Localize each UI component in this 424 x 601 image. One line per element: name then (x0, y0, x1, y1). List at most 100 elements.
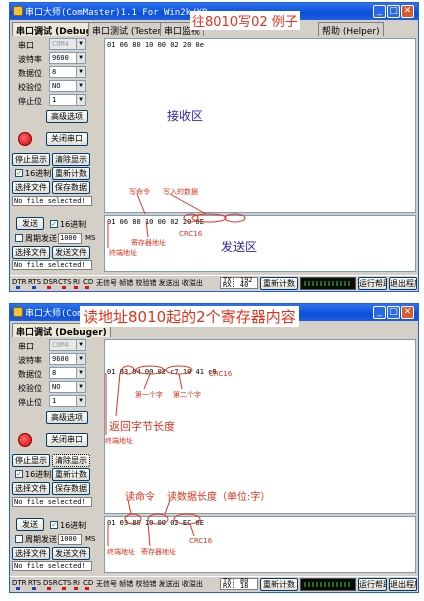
send-area[interactable]: 01 03 80 10 00 02 EC 0E 终端地址 寄存器地址 CRC16 (104, 516, 416, 573)
signal-ri: RI (73, 278, 80, 286)
annotation-slave-address: 终端地址 (107, 548, 135, 556)
hex-display-checkbox[interactable]: ✓ (15, 470, 23, 478)
advanced-options-button[interactable]: 高级选项 (46, 411, 88, 424)
status-bar: DTR RTS DSR CTS RI CD 无信号 帧错 校验错 发送出 收溢出… (10, 275, 418, 291)
baud-select[interactable]: 9600 ▼ (49, 353, 86, 365)
annotation-register-address: 寄存器地址 (141, 548, 176, 556)
annotation-read-length: 读数据长度（单位:字） (167, 492, 271, 503)
select-file-button[interactable]: 选择文件 (12, 181, 50, 194)
dsr-led-icon (47, 286, 51, 289)
port-label: 串口 (18, 342, 34, 351)
port-label: 串口 (18, 41, 34, 50)
app-icon (13, 307, 23, 317)
stop-display-button[interactable]: 停止显示 (12, 153, 50, 166)
receive-area[interactable]: 01 06 80 10 00 02 20 0e 接收区 写命令 写入的数据 (104, 38, 416, 213)
send-area[interactable]: 01 06 80 10 00 02 20 0E 寄存器地址 CRC16 终端地址… (104, 215, 416, 272)
annotation-first-word: 第一个字 (135, 391, 163, 399)
baud-value: 9600 (52, 355, 69, 363)
run-help-button[interactable]: 运行帮助 (358, 277, 387, 290)
close-window-button[interactable]: ✕ (401, 306, 414, 319)
stopbits-label: 停止位 (18, 398, 42, 407)
recount-button[interactable]: 重新计数 (52, 167, 90, 180)
period-input[interactable]: 1000 (58, 534, 82, 545)
rx-count: RX: 40 (223, 281, 249, 289)
send-hex-label: 16进制 (60, 220, 87, 229)
signal-cts: CTS (58, 278, 72, 286)
signal-dtr: DTR (12, 278, 27, 286)
send-file-button[interactable]: 发送文件 (52, 246, 90, 259)
receive-area[interactable]: 01 03 04 00 02 c7 10 41 c8 CRC16 第一个字 第二… (104, 339, 416, 514)
annotation-write-data: 写入的数据 (163, 188, 198, 196)
save-data-button[interactable]: 保存数据 (52, 482, 90, 495)
baud-select[interactable]: 9600 ▼ (49, 52, 86, 64)
select-send-file-button[interactable]: 选择文件 (12, 246, 50, 259)
exit-program-button[interactable]: 退出程序 (389, 578, 417, 591)
stop-display-button[interactable]: 停止显示 (12, 454, 50, 467)
rts-led-icon (32, 587, 36, 590)
annotation-crc16-send: CRC16 (189, 537, 213, 545)
select-file-button[interactable]: 选择文件 (12, 482, 50, 495)
close-port-button[interactable]: 关闭串口 (46, 433, 88, 447)
select-send-file-button[interactable]: 选择文件 (12, 547, 50, 560)
maximize-button[interactable]: □ (387, 306, 400, 319)
port-select[interactable]: COM4 ▼ (49, 38, 86, 50)
minimize-button[interactable]: _ (373, 306, 386, 319)
send-hex-text: 01 06 80 10 00 02 20 0E (107, 218, 204, 226)
databits-value: 8 (52, 68, 57, 76)
parity-select[interactable]: NO ▼ (49, 381, 86, 393)
period-input[interactable]: 1000 (58, 233, 82, 244)
send-button[interactable]: 发送 (16, 217, 44, 230)
signal-cd: CD (83, 278, 94, 286)
annotation-slave-address: 终端地址 (109, 249, 137, 257)
traffic-counter: TX: 80 RX: 18 (220, 578, 258, 590)
hex-display-checkbox[interactable]: ✓ (15, 169, 23, 177)
periodic-send-checkbox[interactable] (15, 535, 23, 543)
chevron-down-icon: ▼ (76, 95, 85, 105)
stopbits-select[interactable]: 1 ▼ (49, 94, 86, 106)
baud-label: 波特率 (18, 55, 42, 64)
lcd-display (300, 578, 356, 591)
clear-display-button[interactable]: 清除显示 (52, 454, 90, 467)
parity-select[interactable]: NO ▼ (49, 80, 86, 92)
send-hex-checkbox[interactable]: ✓ (50, 521, 58, 529)
tab-tester[interactable]: 串口测试 (Tester) (88, 22, 169, 37)
cd-led-icon (85, 587, 89, 590)
databits-select[interactable]: 8 ▼ (49, 367, 86, 379)
bottom-recount-button[interactable]: 重新计数 (260, 277, 298, 290)
run-help-button[interactable]: 运行帮助 (358, 578, 387, 591)
recount-button[interactable]: 重新计数 (52, 468, 90, 481)
send-button[interactable]: 发送 (16, 518, 44, 531)
setting-parity: 校验位 NO ▼ (12, 80, 98, 93)
port-select[interactable]: COM4 ▼ (49, 339, 86, 351)
clear-display-button[interactable]: 清除显示 (52, 153, 90, 166)
databits-select[interactable]: 8 ▼ (49, 66, 86, 78)
traffic-counter: TX: 192 RX: 40 (220, 277, 258, 289)
received-hex-text: 01 03 04 00 02 c7 10 41 c8 (107, 368, 217, 376)
maximize-button[interactable]: □ (387, 5, 400, 18)
annotation-title: 读地址8010起的2个寄存器内容 (80, 306, 299, 327)
minimize-button[interactable]: _ (373, 5, 386, 18)
status-bar: DTR RTS DSR CTS RI CD 无信号 帧错 校验错 发送出 收溢出… (10, 576, 418, 592)
send-file-button[interactable]: 发送文件 (52, 547, 90, 560)
send-zone-label: 发送区 (221, 240, 258, 254)
periodic-send-checkbox[interactable] (15, 234, 23, 242)
close-window-button[interactable]: ✕ (401, 5, 414, 18)
dsr-led-icon (47, 587, 51, 590)
close-port-button[interactable]: 关闭串口 (46, 132, 88, 146)
exit-program-button[interactable]: 退出程序 (389, 277, 417, 290)
app-icon (13, 6, 23, 16)
lcd-display (300, 277, 356, 290)
bottom-recount-button[interactable]: 重新计数 (260, 578, 298, 591)
annotation-slave-address-recv: 终端地址 (105, 437, 133, 445)
tab-helper[interactable]: 帮助 (Helper) (318, 22, 384, 37)
setting-port: 串口 COM4 ▼ (12, 38, 98, 51)
cts-led-icon (62, 286, 66, 289)
hex-display-label: 16进制 (25, 169, 52, 178)
stopbits-select[interactable]: 1 ▼ (49, 395, 86, 407)
setting-databits: 数据位 8 ▼ (12, 66, 98, 79)
advanced-options-button[interactable]: 高级选项 (46, 110, 88, 123)
chevron-down-icon: ▼ (76, 53, 85, 63)
save-data-button[interactable]: 保存数据 (52, 181, 90, 194)
send-hex-checkbox[interactable]: ✓ (50, 220, 58, 228)
signal-cd: CD (83, 579, 94, 587)
